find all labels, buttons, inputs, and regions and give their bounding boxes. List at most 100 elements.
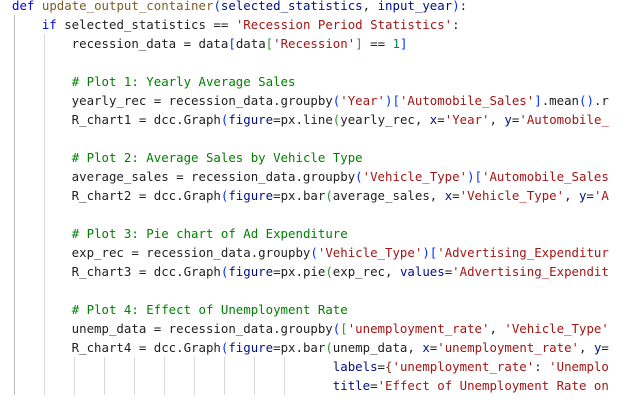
code-token: ] <box>399 36 408 51</box>
code-token: [ <box>340 321 348 336</box>
code-token: update_output_container <box>41 0 214 13</box>
code-token: 'unemployment_rate' <box>392 359 535 374</box>
code-token: unemp_data = recession_data.groupby <box>12 321 333 336</box>
code-token: 'Year' <box>340 93 386 108</box>
code-token: 'Recession Period Statistics' <box>235 17 453 32</box>
code-token: : <box>534 359 550 374</box>
code-token: ( <box>325 340 333 355</box>
code-token: [ <box>265 36 274 51</box>
code-token: unemp_data, <box>332 340 423 355</box>
code-token: x <box>422 340 430 355</box>
code-token: # Plot 2: Average Sales by Vehicle Type <box>71 150 363 165</box>
code-token: [ <box>474 169 482 184</box>
code-token: = <box>370 378 378 393</box>
code-token: 1 <box>392 36 400 51</box>
code-token: R_chart2 = dcc.Graph <box>12 188 221 203</box>
code-token: 'Vehicle_Type' <box>362 169 468 184</box>
code-token: = <box>437 112 445 127</box>
code-token: , <box>489 112 505 127</box>
code-line: exp_rec = recession_data.groupby('Vehicl… <box>12 243 609 262</box>
code-token: == <box>362 36 393 51</box>
code-token: labels <box>332 359 378 374</box>
code-token: selected_statistics <box>220 0 363 13</box>
code-token: ) <box>467 169 475 184</box>
code-token: exp_rec = recession_data.groupby <box>12 245 311 260</box>
code-token: : <box>459 0 468 13</box>
code-token: 'Automobile_ <box>519 112 609 127</box>
code-token: [ <box>392 93 400 108</box>
code-token: selected_statistics == <box>56 17 236 32</box>
code-token: 'Recession' <box>273 36 356 51</box>
code-token: 'Advertising_Expendit <box>452 264 609 279</box>
code-token: ( <box>325 188 333 203</box>
code-token: figure <box>228 264 274 279</box>
code-token: # Plot 1: Yearly Average Sales <box>71 74 296 89</box>
code-line: R_chart4 = dcc.Graph(figure=px.bar(unemp… <box>12 338 609 357</box>
code-token: , <box>579 340 594 355</box>
code-token: 'Advertising_Expenditur <box>437 245 609 260</box>
code-token: () <box>579 93 594 108</box>
code-token: average_sales = recession_data.groupby <box>12 169 356 184</box>
code-token: R_chart1 = dcc.Graph <box>12 112 221 127</box>
code-token: [ <box>228 36 236 51</box>
code-token: ( <box>310 245 318 260</box>
code-token: 'Vehicle_Type' <box>317 245 423 260</box>
code-token: # Plot 4: Effect of Unemployment Rate <box>71 302 348 317</box>
code-line: unemp_data = recession_data.groupby(['un… <box>12 319 609 338</box>
code-token: , <box>489 321 505 336</box>
code-token: = <box>586 188 594 203</box>
code-token: ( <box>355 169 363 184</box>
code-token: average_sales, <box>332 188 445 203</box>
code-token: ] <box>534 93 542 108</box>
code-line: # Plot 2: Average Sales by Vehicle Type <box>12 148 363 167</box>
code-line: recession_data = data[data['Recession'] … <box>12 34 408 53</box>
code-line: # Plot 3: Pie chart of Ad Expenditure <box>12 224 348 243</box>
code-token: .mean <box>541 93 580 108</box>
code-token: title <box>332 378 371 393</box>
code-token: 'Year' <box>444 112 490 127</box>
code-token: 'Unemplo <box>549 359 609 374</box>
code-token: , <box>362 0 378 13</box>
code-line: def update_output_container(selected_sta… <box>12 0 467 15</box>
code-token: y <box>504 112 512 127</box>
code-token: def <box>12 0 35 13</box>
code-token: figure <box>228 112 274 127</box>
code-token: 'Effect of Unemployment Rate on <box>377 378 609 393</box>
code-token: 'A <box>593 188 609 203</box>
code-line: # Plot 1: Yearly Average Sales <box>12 72 296 91</box>
code-token: recession_data = data <box>12 36 229 51</box>
code-token: 'Vehicle_Type' <box>459 188 565 203</box>
code-token: 'unemployment_rate' <box>437 340 580 355</box>
code-token: : <box>452 17 460 32</box>
code-line: R_chart1 = dcc.Graph(figure=px.line(year… <box>12 110 609 129</box>
code-token: =px.bar <box>273 188 326 203</box>
code-token: exp_rec, <box>332 264 400 279</box>
code-token: ) <box>422 245 430 260</box>
code-token: figure <box>228 188 274 203</box>
code-token: 'Automobile_Sales' <box>399 93 535 108</box>
code-token: ] <box>355 36 363 51</box>
code-token: yearly_rec, <box>340 112 430 127</box>
code-line: R_chart2 = dcc.Graph(figure=px.bar(avera… <box>12 186 609 205</box>
code-token: .r <box>593 93 609 108</box>
code-line: labels={'unemployment_rate': 'Unemplo <box>12 357 609 376</box>
code-line: R_chart3 = dcc.Graph(figure=px.pie(exp_r… <box>12 262 609 281</box>
code-token: ( <box>213 0 221 13</box>
code-editor[interactable]: def update_output_container(selected_sta… <box>0 0 628 406</box>
code-token: ( <box>325 264 333 279</box>
code-token: data <box>235 36 266 51</box>
code-token: yearly_rec = recession_data.groupby <box>12 93 333 108</box>
code-token: R_chart4 = dcc.Graph <box>12 340 221 355</box>
code-token: 'unemployment_rate' <box>347 321 490 336</box>
code-token: input_year <box>377 0 453 13</box>
code-token: = <box>601 340 609 355</box>
code-token: 'Vehicle_Type' <box>504 321 609 336</box>
code-token: = <box>452 188 460 203</box>
code-line: average_sales = recession_data.groupby('… <box>12 167 609 186</box>
code-token: values <box>399 264 445 279</box>
